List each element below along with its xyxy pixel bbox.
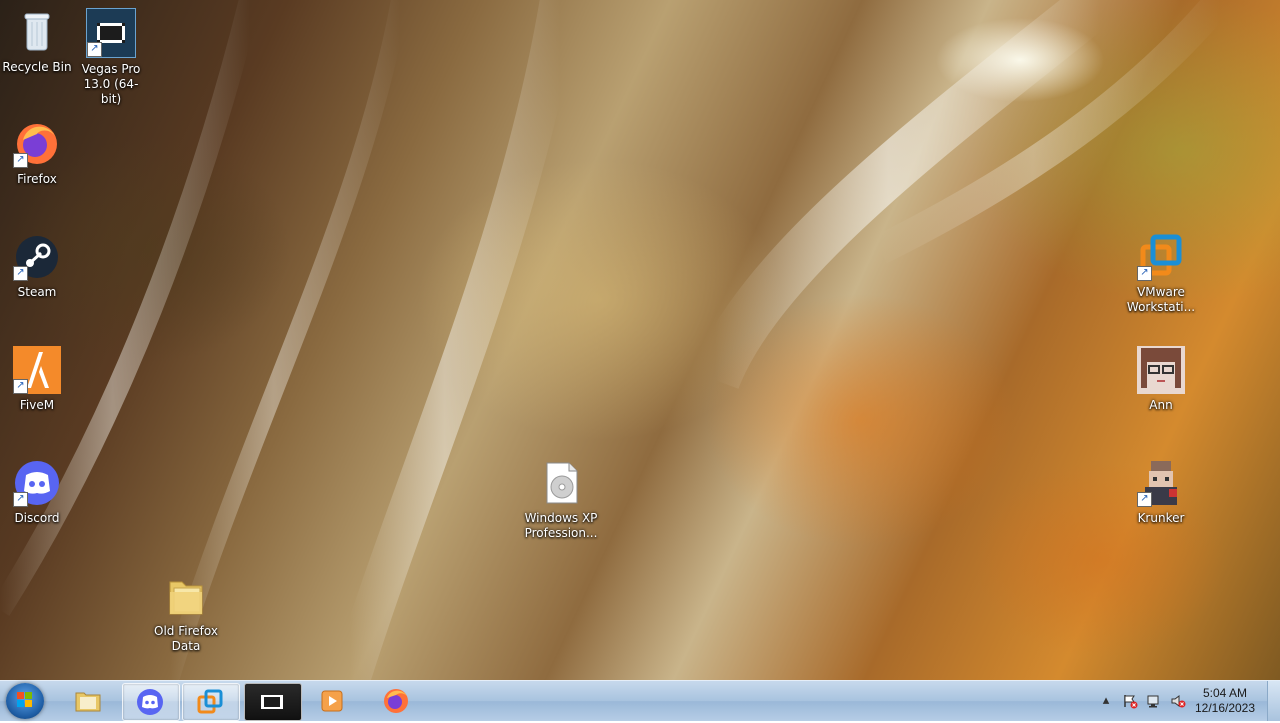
desktop-icon-firefox[interactable]: ↗ Firefox [0, 120, 74, 187]
desktop-icon-ann[interactable]: Ann [1124, 346, 1198, 413]
network-icon[interactable] [1146, 693, 1162, 709]
discord-icon: ↗ [13, 459, 61, 507]
desktop-icon-recycle-bin[interactable]: Recycle Bin [0, 8, 74, 75]
shortcut-arrow-icon: ↗ [87, 42, 102, 57]
shortcut-arrow-icon: ↗ [13, 492, 28, 507]
taskbar: ▴ 5:04 AM 12/16/2023 [0, 680, 1280, 721]
desktop-icon-label: Firefox [17, 172, 57, 186]
shortcut-arrow-icon: ↗ [13, 266, 28, 281]
vegas-pro-icon [261, 695, 283, 709]
desktop-icon-label: Ann [1149, 398, 1173, 412]
desktop-icon-vmware[interactable]: ↗ VMware Workstati... [1124, 233, 1198, 315]
firefox-icon: ↗ [13, 120, 61, 168]
desktop-icon-label: Old Firefox Data [154, 624, 218, 653]
clock-time: 5:04 AM [1202, 686, 1248, 700]
vegas-pro-icon: ↗ [86, 8, 136, 58]
shortcut-arrow-icon: ↗ [1137, 492, 1152, 507]
firefox-icon [384, 689, 408, 713]
taskbar-button-media-player[interactable] [305, 683, 361, 719]
desktop-icon-label: Vegas Pro 13.0 (64-bit) [81, 62, 141, 106]
folder-icon [162, 572, 210, 620]
desktop-icon-label: Windows XP Profession... [524, 511, 598, 540]
show-desktop-button[interactable] [1267, 681, 1280, 721]
desktop-icon-vegas-pro[interactable]: ↗ Vegas Pro 13.0 (64-bit) [74, 8, 148, 107]
desktop-icon-windows-xp-iso[interactable]: Windows XP Profession... [524, 459, 598, 541]
fivem-icon: ↗ [13, 346, 61, 394]
desktop-icon-krunker[interactable]: ↗ Krunker [1124, 459, 1198, 526]
disc-image-icon [537, 459, 585, 507]
vmware-icon: ↗ [1137, 233, 1185, 281]
desktop-icon-steam[interactable]: ↗ Steam [0, 233, 74, 300]
anime-avatar-icon [1137, 346, 1185, 394]
shortcut-arrow-icon: ↗ [13, 153, 28, 168]
desktop-icon-label: Steam [17, 285, 57, 299]
folder-library-icon [75, 692, 101, 712]
clock[interactable]: 5:04 AM 12/16/2023 [1190, 686, 1260, 716]
krunker-icon: ↗ [1137, 459, 1185, 507]
taskbar-button-firefox[interactable] [369, 683, 425, 719]
start-button[interactable] [6, 683, 44, 719]
volume-muted-icon[interactable] [1170, 693, 1186, 709]
desktop-icon-discord[interactable]: ↗ Discord [0, 459, 74, 526]
desktop-icon-label: VMware Workstati... [1126, 285, 1196, 314]
action-center-flag-icon[interactable] [1122, 693, 1138, 709]
show-hidden-icons-icon[interactable]: ▴ [1098, 693, 1114, 709]
windows-logo-icon [17, 692, 32, 707]
recycle-bin-icon [13, 8, 61, 56]
desktop-icon-label: Krunker [1137, 511, 1185, 525]
taskbar-button-discord[interactable] [122, 683, 180, 721]
taskbar-button-vegas-pro[interactable] [244, 683, 302, 721]
taskbar-button-windows-explorer[interactable] [61, 683, 117, 719]
desktop-icon-fivem[interactable]: ↗ FiveM [0, 346, 74, 413]
desktop-icon-label: Recycle Bin [2, 60, 72, 74]
media-player-icon [321, 690, 343, 712]
desktop-icon-label: FiveM [19, 398, 55, 412]
desktop-icon-old-firefox-data[interactable]: Old Firefox Data [149, 572, 223, 654]
taskbar-button-vmware[interactable] [182, 683, 240, 721]
desktop-icon-label: Discord [14, 511, 60, 525]
desktop[interactable]: Recycle Bin ↗ Vegas Pro 13.0 (64-bit) ↗ … [0, 0, 1280, 680]
clock-date: 12/16/2023 [1194, 701, 1256, 715]
shortcut-arrow-icon: ↗ [13, 379, 28, 394]
discord-icon [137, 689, 163, 715]
steam-icon: ↗ [13, 233, 61, 281]
vmware-icon [197, 689, 223, 714]
shortcut-arrow-icon: ↗ [1137, 266, 1152, 281]
